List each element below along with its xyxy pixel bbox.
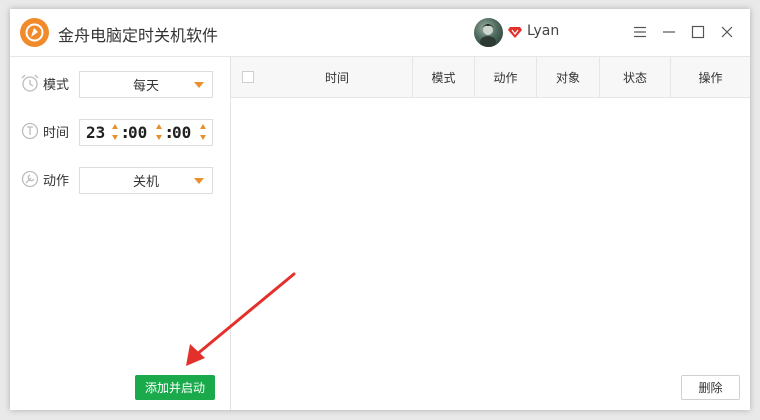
column-header-mode: 模式 <box>412 57 474 97</box>
time-input: 23 : 00 : 00 <box>79 119 213 146</box>
column-header-time: 时间 <box>324 70 349 85</box>
app-title: 金舟电脑定时关机软件 <box>58 26 219 45</box>
close-button[interactable] <box>717 22 737 42</box>
maximize-button[interactable] <box>688 22 708 42</box>
stepper-down-icon[interactable] <box>156 135 162 140</box>
stepper-up-icon[interactable] <box>112 124 118 129</box>
app-logo-icon <box>20 18 49 47</box>
stepper-up-icon[interactable] <box>156 124 162 129</box>
add-and-start-button[interactable]: 添加并启动 <box>135 375 215 400</box>
chevron-down-icon <box>194 178 204 184</box>
user-avatar[interactable] <box>474 18 503 47</box>
second-stepper[interactable] <box>200 124 208 142</box>
time-label-text: 时间 <box>43 125 70 141</box>
action-label: 动作 <box>20 169 69 189</box>
second-value[interactable]: 00 <box>172 123 191 142</box>
table-header: 时间 模式 动作 对象 状态 操作 <box>231 57 750 98</box>
minimize-icon <box>663 31 675 33</box>
app-window: 金舟电脑定时关机软件 Lyan 模式 每天 时间 23: 00: 00 动作… <box>10 9 750 410</box>
wrench-icon <box>21 170 39 188</box>
alarm-clock-icon <box>21 74 39 92</box>
hamburger-menu-icon <box>634 26 646 38</box>
column-header-target: 对象 <box>536 57 599 97</box>
mode-select-value: 每天 <box>132 79 159 94</box>
hour-value[interactable]: 23 <box>86 123 105 142</box>
close-icon <box>721 26 733 38</box>
mode-label: 模式 <box>20 73 69 93</box>
mode-label-text: 模式 <box>43 77 70 93</box>
stepper-up-icon[interactable] <box>200 124 206 129</box>
settings-panel: 模式 每天 时间 23 : 00 : 00 动作 关机 添加并启动 <box>10 57 231 410</box>
stepper-down-icon[interactable] <box>200 135 206 140</box>
table-body <box>231 98 750 358</box>
action-label-text: 动作 <box>43 173 70 189</box>
mode-select[interactable]: 每天 <box>79 71 213 98</box>
task-table: 时间 模式 动作 对象 状态 操作 删除 <box>231 57 750 410</box>
vip-diamond-icon[interactable] <box>508 26 522 38</box>
chevron-down-icon <box>194 82 204 88</box>
column-header-operation: 操作 <box>670 57 750 97</box>
action-select-value: 关机 <box>132 175 159 190</box>
maximize-icon <box>691 25 705 39</box>
delete-button[interactable]: 删除 <box>681 375 740 400</box>
minute-value[interactable]: 00 <box>128 123 147 142</box>
menu-button[interactable] <box>630 22 650 42</box>
hour-stepper[interactable] <box>112 124 120 142</box>
select-all-checkbox[interactable] <box>242 71 254 83</box>
action-select[interactable]: 关机 <box>79 167 213 194</box>
username[interactable]: Lyan <box>527 23 559 39</box>
timer-icon <box>21 122 39 140</box>
minimize-button[interactable] <box>659 22 679 42</box>
stepper-down-icon[interactable] <box>112 135 118 140</box>
column-header-status: 状态 <box>599 57 670 97</box>
minute-stepper[interactable] <box>156 124 164 142</box>
column-header-action: 动作 <box>474 57 536 97</box>
time-label: 时间 <box>20 121 69 141</box>
title-bar: 金舟电脑定时关机软件 Lyan <box>10 9 750 56</box>
